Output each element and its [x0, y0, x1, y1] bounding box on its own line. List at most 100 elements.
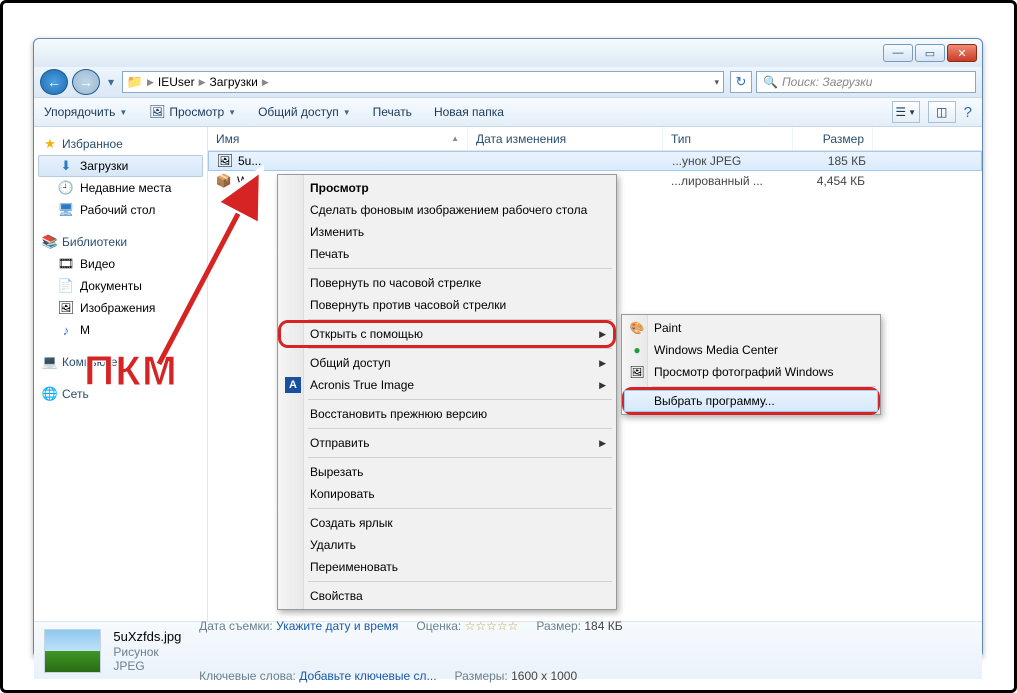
archive-file-icon: 📦	[216, 173, 232, 189]
breadcrumb-downloads[interactable]: Загрузки	[210, 75, 258, 89]
details-dims-value: 1600 x 1000	[511, 669, 577, 683]
document-icon: 📄	[58, 278, 74, 294]
ctx-set-wallpaper[interactable]: Сделать фоновым изображением рабочего ст…	[280, 199, 614, 221]
chevron-right-icon: ▶	[199, 77, 206, 88]
ctx-delete[interactable]: Удалить	[280, 534, 614, 556]
ctx-rotate-cw[interactable]: Повернуть по часовой стрелке	[280, 272, 614, 294]
music-icon: ♪	[58, 322, 74, 338]
forward-button[interactable]: →	[72, 69, 100, 95]
nav-pictures[interactable]: 🖼Изображения	[38, 297, 203, 319]
screenshot-frame: — ▭ ✕ ← → ▾ 📁 ▶ IEUser ▶ Загрузки ▶ ▾ ↻ …	[0, 0, 1017, 693]
nav-history-dropdown[interactable]: ▾	[104, 70, 118, 94]
ctx-rename[interactable]: Переименовать	[280, 556, 614, 578]
file-row[interactable]: 🖼5u... ...унок JPEG 185 КБ	[208, 151, 982, 171]
libraries-icon: 📚	[42, 234, 58, 250]
nav-videos[interactable]: 🎞Видео	[38, 253, 203, 275]
media-center-icon: ●	[629, 342, 645, 358]
downloads-icon: ⬇	[58, 158, 74, 174]
open-with-paint[interactable]: 🎨Paint	[624, 317, 878, 339]
recent-icon: 🕘	[58, 180, 74, 196]
computer-icon: 💻	[42, 354, 58, 370]
ctx-send-to[interactable]: Отправить▶	[280, 432, 614, 454]
print-button[interactable]: Печать	[373, 105, 412, 119]
ctx-edit[interactable]: Изменить	[280, 221, 614, 243]
nav-downloads[interactable]: ⬇Загрузки	[38, 155, 203, 177]
col-type[interactable]: Тип	[663, 127, 793, 150]
explorer-window: — ▭ ✕ ← → ▾ 📁 ▶ IEUser ▶ Загрузки ▶ ▾ ↻ …	[33, 38, 983, 658]
annotation-label: ПКМ	[84, 347, 178, 395]
col-size[interactable]: Размер	[793, 127, 873, 150]
refresh-button[interactable]: ↻	[730, 71, 752, 93]
star-icon: ★	[42, 136, 58, 152]
ctx-share[interactable]: Общий доступ▶	[280, 352, 614, 374]
breadcrumb-box[interactable]: 📁 ▶ IEUser ▶ Загрузки ▶ ▾	[122, 71, 724, 93]
picture-icon: 🖼	[58, 300, 74, 316]
close-button[interactable]: ✕	[947, 44, 977, 62]
details-filetype: Рисунок JPEG	[113, 645, 187, 673]
organize-menu[interactable]: Упорядочить▼	[44, 105, 127, 119]
choose-program[interactable]: Выбрать программу...	[624, 390, 878, 412]
minimize-button[interactable]: —	[883, 44, 913, 62]
col-date[interactable]: Дата изменения	[468, 127, 663, 150]
search-input[interactable]: 🔍 Поиск: Загрузки	[756, 71, 976, 93]
back-button[interactable]: ←	[40, 69, 68, 95]
view-icon: ☰	[895, 105, 906, 119]
nav-documents[interactable]: 📄Документы	[38, 275, 203, 297]
ctx-rotate-ccw[interactable]: Повернуть против часовой стрелки	[280, 294, 614, 316]
preview-menu[interactable]: 🖼Просмотр▼	[149, 104, 236, 120]
ctx-open-with[interactable]: Открыть с помощью▶	[280, 323, 614, 345]
search-placeholder: Поиск: Загрузки	[782, 75, 873, 89]
desktop-icon: 🖥	[58, 202, 74, 218]
paint-icon: 🎨	[629, 320, 645, 336]
breadcrumb-user[interactable]: IEUser	[158, 75, 195, 89]
details-pane: 5uXzfds.jpg Рисунок JPEG Дата съемки: Ук…	[34, 621, 982, 679]
open-with-wmc[interactable]: ●Windows Media Center	[624, 339, 878, 361]
help-button[interactable]: ?	[964, 104, 972, 121]
titlebar: — ▭ ✕	[34, 39, 982, 67]
open-with-photo-viewer[interactable]: 🖼Просмотр фотографий Windows	[624, 361, 878, 383]
ctx-properties[interactable]: Свойства	[280, 585, 614, 607]
submenu-arrow-icon: ▶	[599, 329, 606, 340]
image-file-icon: 🖼	[217, 153, 233, 169]
details-tags-value[interactable]: Добавьте ключевые сл...	[299, 669, 436, 683]
favorites-group[interactable]: ★Избранное	[38, 133, 203, 155]
details-dims-label: Размеры:	[455, 669, 508, 683]
column-headers: Имя▲ Дата изменения Тип Размер	[208, 127, 982, 151]
submenu-arrow-icon: ▶	[599, 358, 606, 369]
view-mode-button[interactable]: ☰▼	[892, 101, 920, 123]
preview-pane-button[interactable]: ◫	[928, 101, 956, 123]
ctx-preview[interactable]: Просмотр	[280, 177, 614, 199]
folder-icon: 📁	[127, 74, 143, 90]
ctx-acronis[interactable]: AAcronis True Image▶	[280, 374, 614, 396]
preview-icon: 🖼	[149, 104, 165, 120]
submenu-arrow-icon: ▶	[599, 380, 606, 391]
col-name[interactable]: Имя▲	[208, 127, 468, 150]
nav-desktop[interactable]: 🖥Рабочий стол	[38, 199, 203, 221]
ctx-copy[interactable]: Копировать	[280, 483, 614, 505]
chevron-right-icon: ▶	[147, 77, 154, 88]
submenu-arrow-icon: ▶	[599, 438, 606, 449]
open-with-submenu: 🎨Paint ●Windows Media Center 🖼Просмотр ф…	[621, 314, 881, 415]
ctx-create-shortcut[interactable]: Создать ярлык	[280, 512, 614, 534]
acronis-icon: A	[285, 377, 301, 393]
photo-viewer-icon: 🖼	[629, 364, 645, 380]
ctx-restore-version[interactable]: Восстановить прежнюю версию	[280, 403, 614, 425]
chevron-right-icon: ▶	[262, 77, 269, 88]
share-menu[interactable]: Общий доступ▼	[258, 105, 351, 119]
details-tags-label: Ключевые слова:	[199, 669, 296, 683]
search-icon: 🔍	[763, 75, 778, 89]
details-filename: 5uXzfds.jpg	[113, 629, 187, 644]
new-folder-button[interactable]: Новая папка	[434, 105, 504, 119]
address-dropdown-icon[interactable]: ▾	[714, 77, 719, 88]
nav-recent[interactable]: 🕘Недавние места	[38, 177, 203, 199]
toolbar: Упорядочить▼ 🖼Просмотр▼ Общий доступ▼ Пе…	[34, 97, 982, 127]
nav-music[interactable]: ♪М	[38, 319, 203, 341]
libraries-group[interactable]: 📚Библиотеки	[38, 231, 203, 253]
network-icon: 🌐	[42, 386, 58, 402]
maximize-button[interactable]: ▭	[915, 44, 945, 62]
ctx-print[interactable]: Печать	[280, 243, 614, 265]
ctx-cut[interactable]: Вырезать	[280, 461, 614, 483]
address-bar: ← → ▾ 📁 ▶ IEUser ▶ Загрузки ▶ ▾ ↻ 🔍 Поис…	[34, 67, 982, 97]
thumbnail	[44, 629, 101, 673]
context-menu: Просмотр Сделать фоновым изображением ра…	[277, 174, 617, 610]
